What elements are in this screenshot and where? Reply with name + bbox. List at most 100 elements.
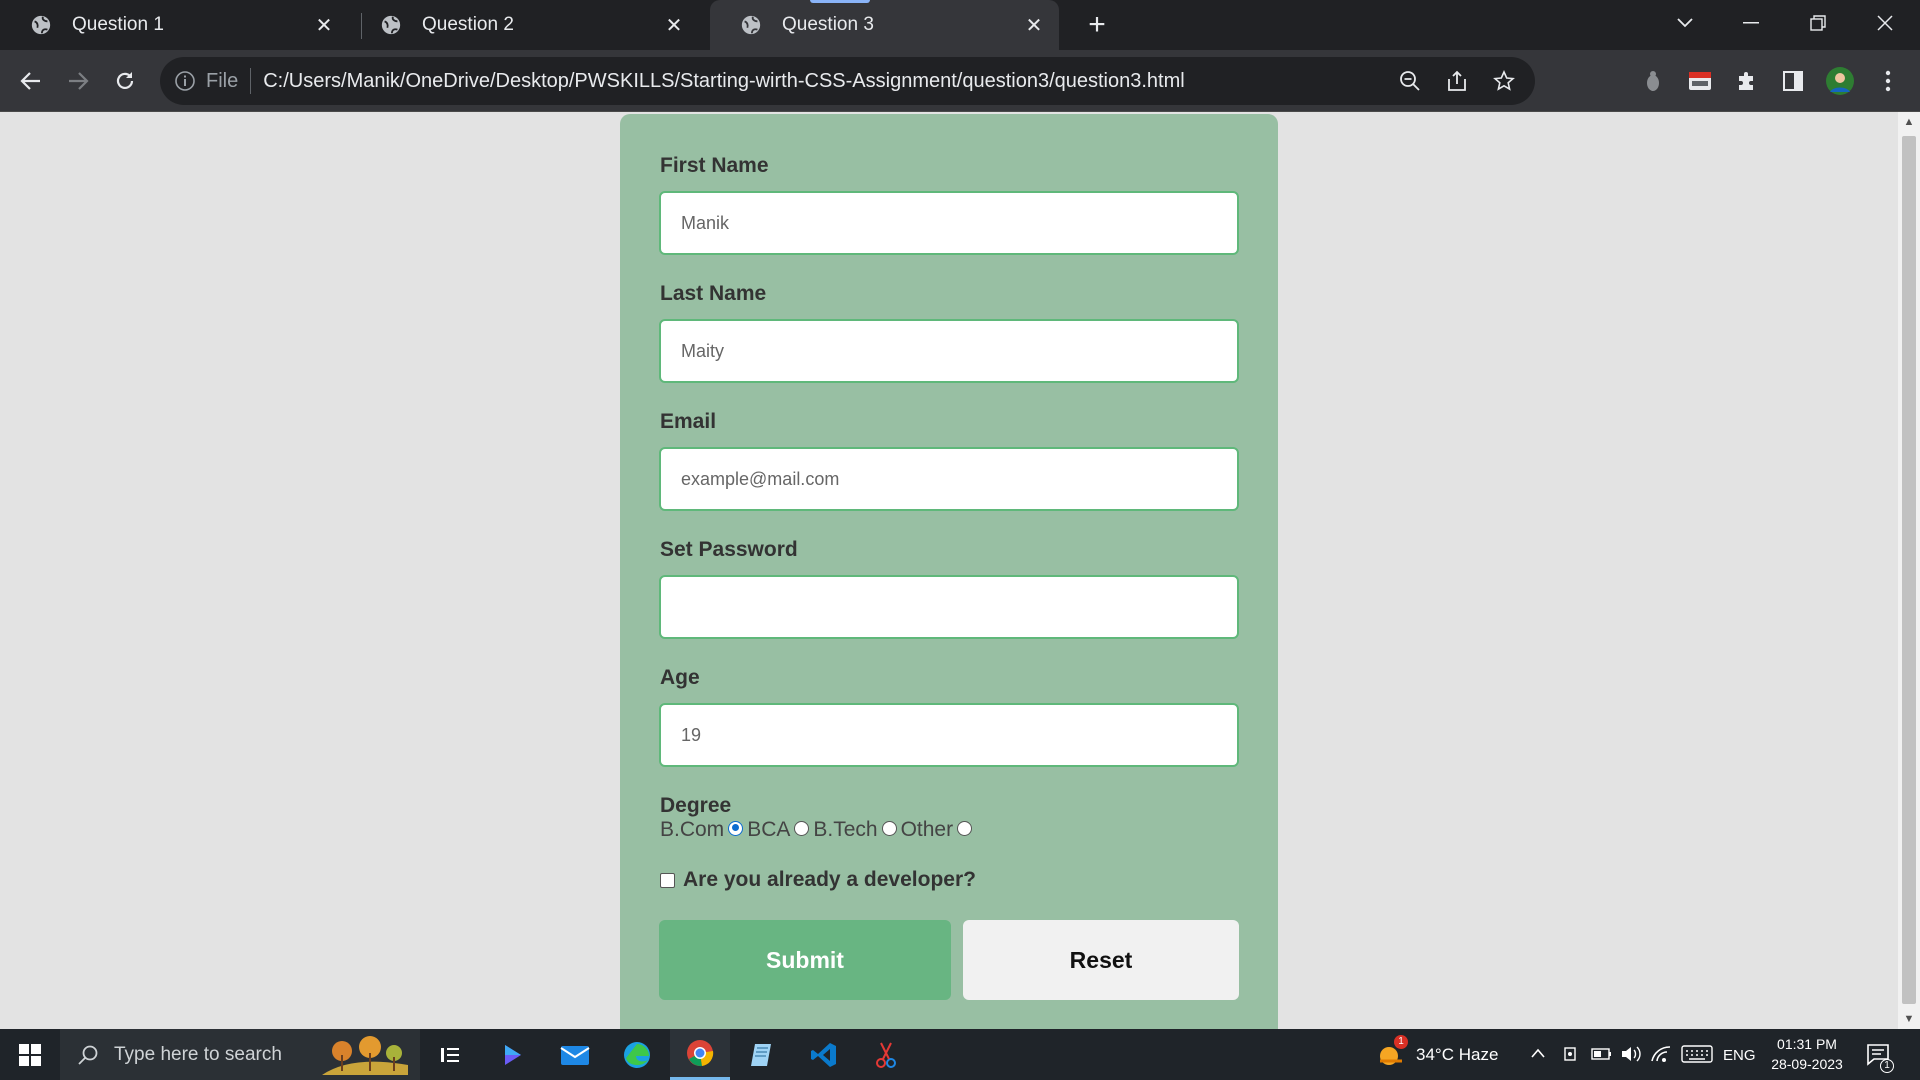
windows-logo-icon [19, 1043, 41, 1066]
age-label: Age [660, 666, 700, 689]
degree-radio-group: B.Com BCA B.Tech Other [660, 818, 976, 842]
developer-checkbox-row: Are you already a developer? [660, 868, 976, 892]
task-view-icon [441, 1047, 459, 1062]
url-text[interactable]: C:/Users/Manik/OneDrive/Desktop/PWSKILLS… [263, 70, 1394, 93]
degree-option-label: Other [900, 818, 954, 841]
bookmark-star-icon[interactable] [1488, 65, 1520, 97]
last-name-input[interactable]: Maity [659, 319, 1239, 383]
new-tab-button[interactable]: + [1080, 8, 1114, 42]
loading-indicator [810, 0, 870, 3]
submit-button[interactable]: Submit [659, 920, 951, 1000]
omnibox-divider [250, 68, 252, 94]
browser-tab-strip: Question 1 ✕ Question 2 ✕ Question 3 ✕ + [0, 0, 1920, 50]
degree-option-label: BCA [747, 818, 791, 841]
battery-icon[interactable] [1591, 1047, 1613, 1061]
chrome-icon [687, 1040, 714, 1067]
radio-btech[interactable] [881, 820, 897, 836]
language-indicator[interactable]: ENG [1723, 1047, 1756, 1064]
taskbar-app-vscode[interactable] [794, 1029, 854, 1080]
reload-button[interactable] [106, 62, 144, 100]
address-bar[interactable]: File C:/Users/Manik/OneDrive/Desktop/PWS… [160, 57, 1535, 105]
share-icon[interactable] [1441, 65, 1473, 97]
radio-bca[interactable] [794, 820, 810, 836]
close-tab-icon[interactable]: ✕ [663, 13, 685, 38]
scissors-icon [876, 1042, 896, 1068]
age-input[interactable]: 19 [659, 703, 1239, 767]
tab-title: Question 1 [72, 14, 164, 35]
volume-icon[interactable] [1620, 1044, 1642, 1064]
developer-checkbox[interactable] [660, 872, 675, 888]
restore-button[interactable] [1790, 0, 1846, 46]
taskbar-app-edge[interactable] [607, 1029, 667, 1080]
email-label: Email [660, 410, 717, 433]
search-placeholder: Type here to search [114, 1043, 282, 1065]
arrow-left-icon [20, 72, 40, 90]
back-button[interactable] [12, 62, 50, 100]
extension-icon[interactable] [1637, 65, 1669, 97]
first-name-label: First Name [660, 154, 769, 177]
radio-other[interactable] [957, 820, 973, 836]
chevron-up-icon[interactable] [1530, 1046, 1546, 1060]
clock-time: 01:31 PM [1777, 1036, 1837, 1052]
degree-option-label: B.Tech [813, 818, 878, 841]
taskbar-app-mail[interactable] [545, 1029, 605, 1080]
password-label: Set Password [660, 538, 798, 561]
edge-icon [624, 1041, 650, 1068]
forward-button[interactable] [59, 62, 97, 100]
device-icon[interactable] [1562, 1045, 1578, 1063]
globe-icon [31, 15, 51, 35]
task-view-button[interactable] [420, 1029, 480, 1080]
site-info-icon[interactable] [172, 68, 198, 94]
email-input[interactable]: example@mail.com [659, 447, 1239, 511]
scroll-down-arrow-icon[interactable]: ▼ [1903, 1013, 1915, 1025]
extensions-puzzle-icon[interactable] [1731, 65, 1763, 97]
windows-start-button[interactable] [0, 1029, 60, 1080]
minimize-button[interactable] [1723, 0, 1779, 46]
reload-icon [116, 72, 134, 89]
taskbar-app-copilot[interactable] [483, 1029, 543, 1080]
side-panel-icon[interactable] [1777, 65, 1809, 97]
close-tab-icon[interactable]: ✕ [1023, 13, 1045, 38]
tab-question-3[interactable]: Question 3 ✕ [710, 0, 1059, 50]
close-tab-icon[interactable]: ✕ [313, 13, 335, 38]
globe-icon [381, 15, 401, 35]
page-scrollbar[interactable]: ▲ ▼ [1898, 112, 1920, 1029]
profile-avatar[interactable] [1824, 65, 1856, 97]
taskbar-clock[interactable]: 01:31 PM 28-09-2023 [1762, 1034, 1852, 1074]
scroll-thumb[interactable] [1902, 136, 1916, 1004]
clock-date: 28-09-2023 [1771, 1056, 1843, 1072]
page-viewport: First Name Manik Last Name Maity Email e… [0, 112, 1898, 1029]
tab-title: Question 3 [782, 14, 874, 35]
notification-count-badge: 1 [1880, 1059, 1894, 1073]
more-options-icon[interactable] [1872, 65, 1904, 97]
last-name-label: Last Name [660, 282, 767, 305]
wifi-icon[interactable] [1650, 1045, 1672, 1063]
taskbar-app-snipping-tool[interactable] [856, 1029, 916, 1080]
calendar-extension-icon[interactable] [1684, 65, 1716, 97]
taskbar-app-chrome[interactable] [670, 1029, 730, 1080]
search-icon [78, 1045, 98, 1065]
reset-button[interactable]: Reset [963, 920, 1239, 1000]
password-input[interactable] [659, 575, 1239, 639]
degree-option-label: B.Com [660, 818, 725, 841]
taskbar-app-notes[interactable] [732, 1029, 792, 1080]
first-name-input[interactable]: Manik [659, 191, 1239, 255]
arrow-right-icon [69, 72, 89, 90]
weather-badge: 1 [1394, 1035, 1408, 1049]
radio-bcom[interactable] [728, 820, 744, 836]
globe-icon [741, 15, 761, 35]
taskbar-search-box[interactable]: Type here to search [60, 1029, 420, 1080]
scroll-up-arrow-icon[interactable]: ▲ [1903, 116, 1915, 128]
tab-question-1[interactable]: Question 1 ✕ [0, 0, 349, 50]
search-highlight-illustration-icon [322, 1036, 408, 1075]
tab-title: Question 2 [422, 14, 514, 35]
vscode-icon [811, 1042, 836, 1067]
mail-icon [560, 1045, 590, 1065]
scheme-label: File [206, 69, 239, 92]
zoom-out-icon[interactable] [1394, 65, 1426, 97]
weather-text[interactable]: 34°C Haze [1416, 1045, 1498, 1065]
tab-question-2[interactable]: Question 2 ✕ [350, 0, 699, 50]
tab-search-icon[interactable] [1657, 0, 1713, 46]
close-window-button[interactable] [1857, 0, 1913, 46]
keyboard-icon[interactable] [1681, 1044, 1713, 1064]
